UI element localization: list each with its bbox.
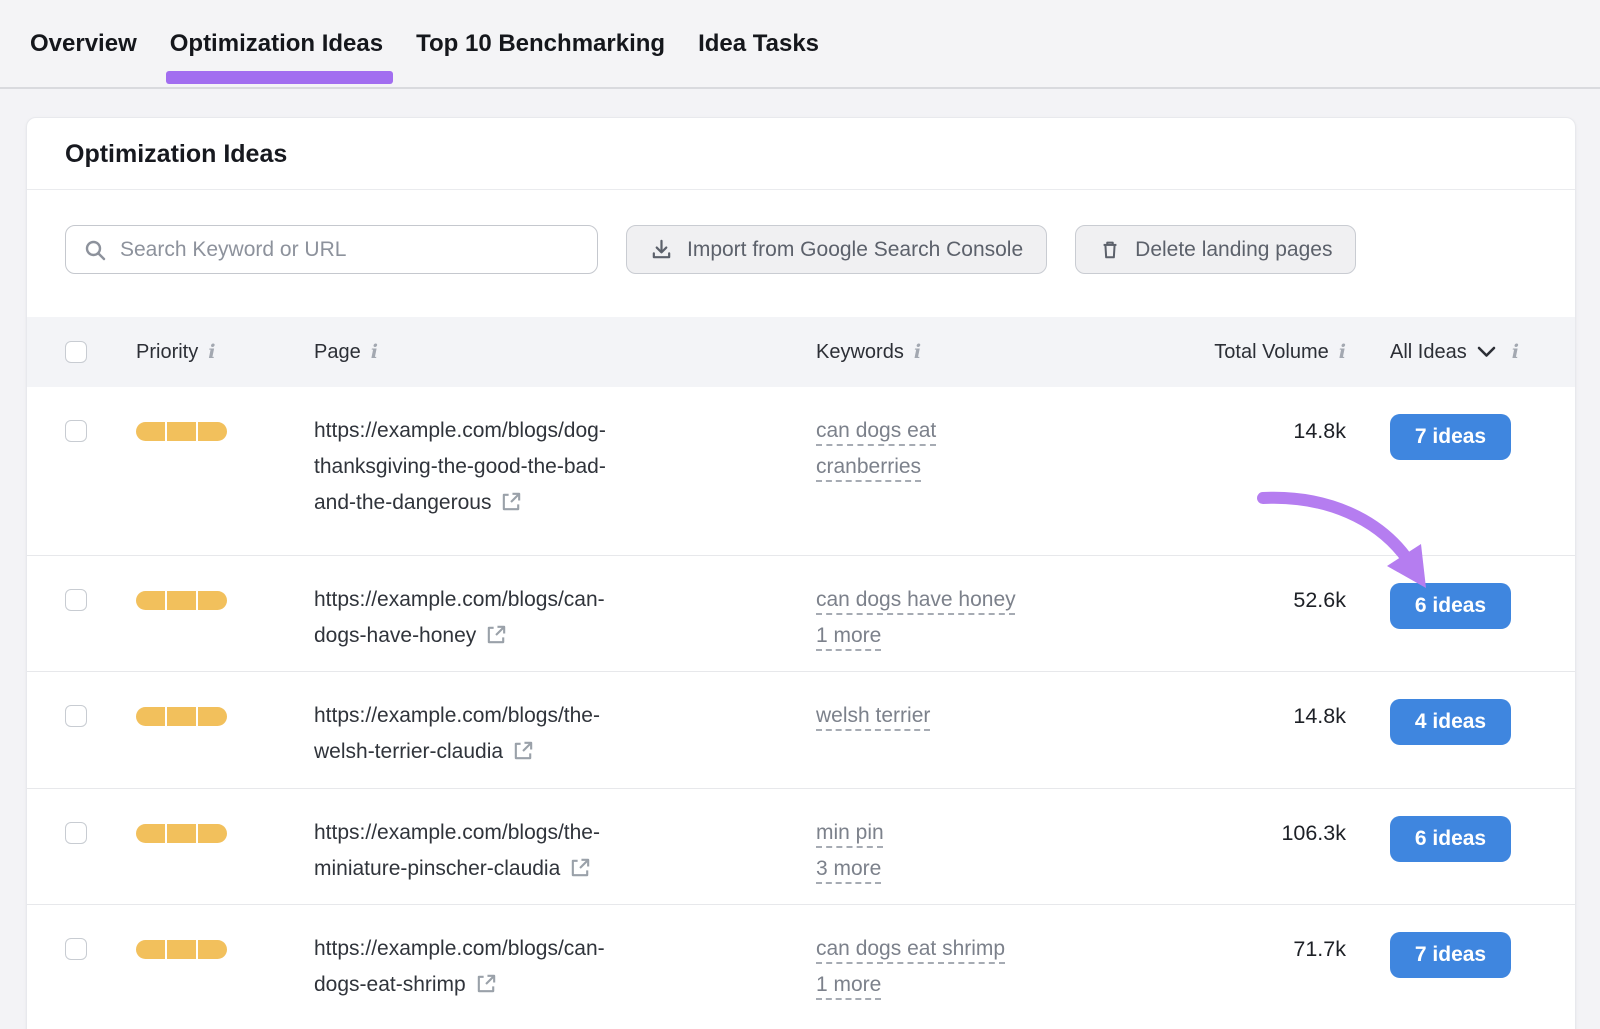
- row-checkbox[interactable]: [65, 420, 87, 442]
- keyword-link[interactable]: can dogs have honey: [816, 588, 1016, 611]
- row-checkbox[interactable]: [65, 822, 87, 844]
- ideas-button[interactable]: 7 ideas: [1390, 414, 1511, 460]
- keyword-link[interactable]: min pin: [816, 821, 884, 844]
- keyword-link[interactable]: can dogs eat cranberries: [816, 419, 936, 478]
- priority-indicator: [136, 422, 314, 441]
- keyword-link[interactable]: welsh terrier: [816, 704, 930, 727]
- page-url[interactable]: https://example.com/blogs/can-dogs-have-…: [314, 588, 605, 647]
- ideas-button[interactable]: 6 ideas: [1390, 816, 1511, 862]
- total-volume-value: 14.8k: [1120, 413, 1346, 444]
- ideas-button[interactable]: 7 ideas: [1390, 932, 1511, 978]
- info-icon[interactable]: i: [914, 343, 921, 362]
- search-icon: [83, 238, 107, 262]
- page-url[interactable]: https://example.com/blogs/the-welsh-terr…: [314, 704, 600, 763]
- total-volume-value: 106.3k: [1120, 815, 1346, 846]
- table-row: https://example.com/blogs/can-dogs-have-…: [27, 555, 1575, 671]
- external-link-icon[interactable]: [512, 739, 535, 762]
- optimization-ideas-panel: Optimization Ideas Import from Google Se…: [26, 117, 1576, 1029]
- tab-top-10-benchmarking[interactable]: Top 10 Benchmarking: [416, 30, 665, 58]
- column-header-total-volume: Total Volume: [1214, 341, 1329, 364]
- priority-indicator: [136, 707, 314, 726]
- more-keywords-link[interactable]: 3 more: [816, 851, 881, 887]
- more-keywords-link[interactable]: 1 more: [816, 618, 881, 654]
- import-gsc-button[interactable]: Import from Google Search Console: [626, 225, 1047, 274]
- table-row: https://example.com/blogs/the-welsh-terr…: [27, 671, 1575, 788]
- info-icon[interactable]: i: [1512, 343, 1519, 362]
- info-icon[interactable]: i: [1339, 343, 1346, 362]
- column-header-priority: Priority: [136, 341, 198, 364]
- table-header-row: Priority i Page i Keywords i Total Volum…: [27, 317, 1575, 387]
- delete-landing-pages-label: Delete landing pages: [1135, 238, 1332, 262]
- info-icon[interactable]: i: [371, 343, 378, 362]
- keyword-link[interactable]: can dogs eat shrimp: [816, 937, 1005, 960]
- column-header-keywords: Keywords: [816, 341, 904, 364]
- total-volume-value: 14.8k: [1120, 698, 1346, 729]
- row-checkbox[interactable]: [65, 938, 87, 960]
- external-link-icon[interactable]: [485, 623, 508, 646]
- page-url[interactable]: https://example.com/blogs/the-miniature-…: [314, 821, 600, 880]
- table-row: https://example.com/blogs/the-miniature-…: [27, 788, 1575, 904]
- page-url[interactable]: https://example.com/blogs/dog-thanksgivi…: [314, 419, 606, 514]
- tab-idea-tasks[interactable]: Idea Tasks: [698, 30, 819, 58]
- info-icon[interactable]: i: [208, 343, 215, 362]
- total-volume-value: 52.6k: [1120, 582, 1346, 613]
- column-header-all-ideas[interactable]: All Ideas: [1390, 341, 1467, 364]
- priority-indicator: [136, 591, 314, 610]
- import-gsc-label: Import from Google Search Console: [687, 238, 1023, 262]
- search-box[interactable]: [65, 225, 598, 274]
- priority-indicator: [136, 824, 314, 843]
- external-link-icon[interactable]: [475, 972, 498, 995]
- select-all-checkbox[interactable]: [65, 341, 87, 363]
- priority-indicator: [136, 940, 314, 959]
- external-link-icon[interactable]: [500, 490, 523, 513]
- download-icon: [650, 238, 673, 261]
- delete-landing-pages-button[interactable]: Delete landing pages: [1075, 225, 1356, 274]
- top-tab-bar: Overview Optimization Ideas Top 10 Bench…: [0, 0, 1600, 89]
- page-title: Optimization Ideas: [65, 140, 1537, 169]
- trash-icon: [1099, 238, 1121, 261]
- row-checkbox[interactable]: [65, 589, 87, 611]
- search-input[interactable]: [120, 238, 580, 262]
- more-keywords-link[interactable]: 1 more: [816, 967, 881, 1003]
- ideas-button[interactable]: 6 ideas: [1390, 583, 1511, 629]
- table-row: https://example.com/blogs/can-dogs-eat-s…: [27, 904, 1575, 1029]
- page-url[interactable]: https://example.com/blogs/can-dogs-eat-s…: [314, 937, 605, 996]
- table-row: https://example.com/blogs/dog-thanksgivi…: [27, 387, 1575, 555]
- column-header-page: Page: [314, 341, 361, 364]
- row-checkbox[interactable]: [65, 705, 87, 727]
- external-link-icon[interactable]: [569, 856, 592, 879]
- chevron-down-icon[interactable]: [1477, 346, 1496, 358]
- total-volume-value: 71.7k: [1120, 931, 1346, 962]
- ideas-button[interactable]: 4 ideas: [1390, 699, 1511, 745]
- toolbar: Import from Google Search Console Delete…: [65, 225, 1537, 274]
- tab-optimization-ideas[interactable]: Optimization Ideas: [170, 30, 383, 58]
- panel-header: Optimization Ideas: [27, 118, 1575, 190]
- tab-overview[interactable]: Overview: [30, 30, 137, 58]
